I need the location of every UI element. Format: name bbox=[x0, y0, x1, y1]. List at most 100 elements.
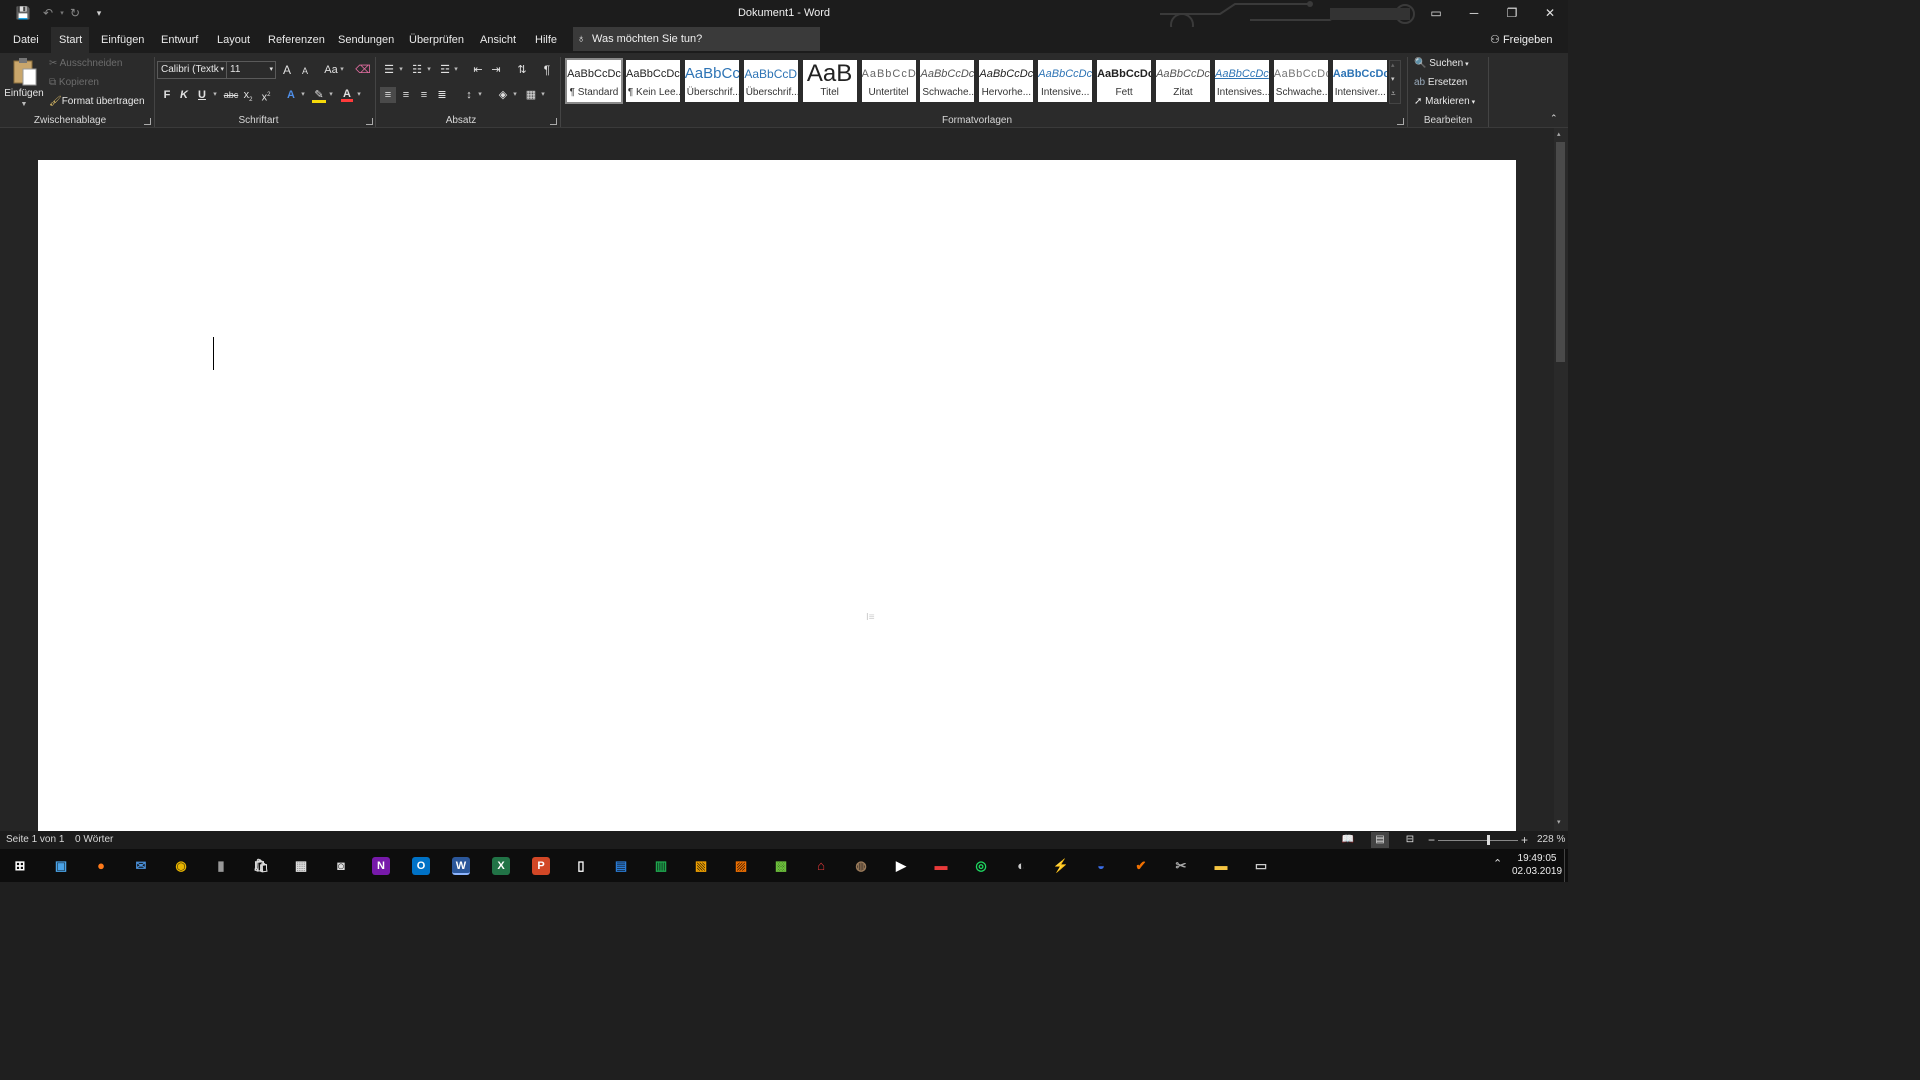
tell-me-search[interactable]: ♁ Was möchten Sie tun? bbox=[573, 27, 820, 51]
chart-icon[interactable]: ▩ bbox=[769, 854, 793, 878]
align-center-icon[interactable]: ≡ bbox=[398, 87, 414, 103]
impress-icon[interactable]: ▧ bbox=[689, 854, 713, 878]
chevron-down-icon[interactable]: ▾ bbox=[1391, 75, 1395, 83]
style-item[interactable]: AaBbCcDc Schwache... bbox=[1273, 60, 1328, 102]
app-icon[interactable]: ▮ bbox=[209, 854, 233, 878]
styles-gallery-scroll[interactable]: ▴ ▾ ⩡ bbox=[1389, 60, 1401, 104]
strikethrough-icon[interactable]: abc bbox=[221, 87, 241, 103]
calculator-icon[interactable]: ▦ bbox=[289, 854, 313, 878]
powerpoint-icon[interactable]: P bbox=[532, 857, 550, 875]
font-name-field[interactable]: Calibri (Textk ▾ bbox=[157, 61, 227, 79]
chevron-down-icon[interactable]: ▾ bbox=[396, 62, 406, 78]
writer-icon[interactable]: ▤ bbox=[609, 854, 633, 878]
calc-icon[interactable]: ▥ bbox=[649, 854, 673, 878]
read-mode-icon[interactable]: 📖 bbox=[1340, 832, 1356, 848]
format-painter-button[interactable]: 🖌Format übertragen bbox=[49, 94, 145, 110]
borders-icon[interactable]: ▦ bbox=[523, 87, 539, 103]
zoom-slider-thumb[interactable] bbox=[1486, 835, 1490, 845]
chevron-down-icon[interactable]: ▾ bbox=[424, 62, 434, 78]
media-player-icon[interactable]: ▶ bbox=[889, 854, 913, 878]
style-item[interactable]: AaB Titel bbox=[802, 60, 857, 102]
document-icon[interactable]: ▯ bbox=[569, 854, 593, 878]
tab-referenzen[interactable]: Referenzen bbox=[260, 27, 333, 53]
zoom-slider[interactable] bbox=[1438, 835, 1518, 845]
explorer-icon[interactable]: ▣ bbox=[49, 854, 73, 878]
italic-icon[interactable]: K bbox=[176, 87, 192, 103]
redo-icon[interactable]: ↻ bbox=[67, 6, 83, 21]
chevron-up-icon[interactable]: ▴ bbox=[1391, 61, 1395, 69]
word-icon[interactable]: W bbox=[452, 857, 470, 875]
gimp-icon[interactable]: ◍ bbox=[849, 854, 873, 878]
save-icon[interactable]: 💾 bbox=[15, 6, 31, 21]
recorder-icon[interactable]: ▬ bbox=[929, 854, 953, 878]
outlook-icon[interactable]: O bbox=[412, 857, 430, 875]
superscript-icon[interactable]: x2 bbox=[258, 87, 274, 104]
decrease-indent-icon[interactable]: ⇤ bbox=[470, 62, 486, 78]
style-item[interactable]: AaBbCc Überschrif... bbox=[684, 60, 739, 102]
numbering-icon[interactable]: ☷ bbox=[409, 62, 425, 78]
chevron-down-icon[interactable]: ▾ bbox=[337, 62, 347, 78]
tab-einfuegen[interactable]: Einfügen bbox=[93, 27, 152, 53]
shrink-font-icon[interactable]: A bbox=[297, 63, 313, 79]
presentation-icon[interactable]: ▨ bbox=[729, 854, 753, 878]
style-item[interactable]: AaBbCcDc Intensives... bbox=[1214, 60, 1269, 102]
thunderbird-icon[interactable]: ✉ bbox=[129, 854, 153, 878]
app3-icon[interactable]: ◒ bbox=[1089, 854, 1113, 878]
camera-icon[interactable]: ◙ bbox=[329, 854, 353, 878]
app4-icon[interactable]: ✂ bbox=[1169, 854, 1193, 878]
show-desktop-button[interactable] bbox=[1564, 849, 1565, 882]
pdf-icon[interactable]: ⌂ bbox=[809, 854, 833, 878]
tab-ueberpruefen[interactable]: Überprüfen bbox=[401, 27, 472, 53]
clock[interactable]: 19:49:05 02.03.2019 bbox=[1512, 852, 1562, 878]
highlight-icon[interactable]: ✎ bbox=[311, 87, 327, 103]
increase-indent-icon[interactable]: ⇥ bbox=[488, 62, 504, 78]
more-styles-icon[interactable]: ⩡ bbox=[1391, 89, 1396, 99]
start-icon[interactable]: ⊞ bbox=[8, 854, 32, 878]
style-item[interactable]: AaBbCcDc Intensive... bbox=[1038, 60, 1093, 102]
font-launcher-icon[interactable] bbox=[366, 118, 373, 125]
chevron-down-icon[interactable]: ▾ bbox=[210, 87, 220, 103]
web-layout-icon[interactable]: ⊟ bbox=[1402, 832, 1418, 848]
store-icon[interactable]: 🛍 bbox=[249, 854, 273, 878]
styles-launcher-icon[interactable] bbox=[1397, 118, 1404, 125]
scrollbar-thumb[interactable] bbox=[1556, 142, 1565, 362]
vertical-scrollbar[interactable]: ▴ ▾ bbox=[1554, 128, 1568, 831]
style-item[interactable]: AaBbCcDc Hervorhe... bbox=[979, 60, 1034, 102]
zoom-in-button[interactable]: + bbox=[1521, 831, 1528, 849]
excel-icon[interactable]: X bbox=[492, 857, 510, 875]
grow-font-icon[interactable]: A bbox=[279, 62, 295, 78]
tab-start[interactable]: Start bbox=[51, 27, 89, 53]
text-effects-icon[interactable]: A bbox=[283, 87, 299, 103]
onenote-icon[interactable]: N bbox=[372, 857, 390, 875]
style-item[interactable]: AaBbCcDc ¶ Kein Lee... bbox=[625, 60, 680, 102]
share-button[interactable]: ⚇ Freigeben bbox=[1490, 27, 1552, 53]
style-item[interactable]: AaBbCcDc Schwache... bbox=[920, 60, 975, 102]
replace-button[interactable]: ab Ersetzen bbox=[1414, 75, 1467, 91]
paragraph-launcher-icon[interactable] bbox=[550, 118, 557, 125]
style-item[interactable]: AaBbCcDc Intensiver... bbox=[1332, 60, 1387, 102]
paste-button[interactable]: Einfügen ▼ bbox=[4, 57, 44, 113]
spotify-icon[interactable]: ◎ bbox=[969, 854, 993, 878]
tab-ansicht[interactable]: Ansicht bbox=[472, 27, 524, 53]
close-button[interactable]: ✕ bbox=[1531, 0, 1569, 27]
chevron-down-icon[interactable]: ▾ bbox=[451, 62, 461, 78]
word-count[interactable]: 0 Wörter bbox=[75, 831, 113, 849]
tab-sendungen[interactable]: Sendungen bbox=[330, 27, 402, 53]
chevron-up-icon[interactable]: ▴ bbox=[1557, 130, 1561, 138]
paste-dropdown-icon[interactable]: ▼ bbox=[19, 97, 29, 113]
restore-button[interactable]: ❐ bbox=[1493, 0, 1531, 27]
zoom-out-button[interactable]: − bbox=[1428, 831, 1435, 849]
subscript-icon[interactable]: x2 bbox=[240, 87, 256, 103]
ribbon-display-options-icon[interactable]: ▭ bbox=[1417, 0, 1455, 27]
align-right-icon[interactable]: ≡ bbox=[416, 87, 432, 103]
print-layout-icon[interactable]: ▤ bbox=[1371, 832, 1389, 848]
bold-icon[interactable]: F bbox=[159, 87, 175, 103]
font-size-field[interactable]: 11 ▾ bbox=[226, 61, 276, 79]
app2-icon[interactable]: ◐ bbox=[1009, 854, 1033, 878]
style-item[interactable]: AaBbCcDc Fett bbox=[1097, 60, 1152, 102]
minimize-button[interactable]: ─ bbox=[1455, 0, 1493, 27]
document-area[interactable]: I≡ ▴ ▾ bbox=[0, 128, 1568, 840]
cut-button[interactable]: ✂ Ausschneiden bbox=[49, 56, 122, 72]
chevron-down-icon[interactable]: ▾ bbox=[510, 87, 520, 103]
document-page[interactable]: I≡ bbox=[38, 160, 1516, 840]
